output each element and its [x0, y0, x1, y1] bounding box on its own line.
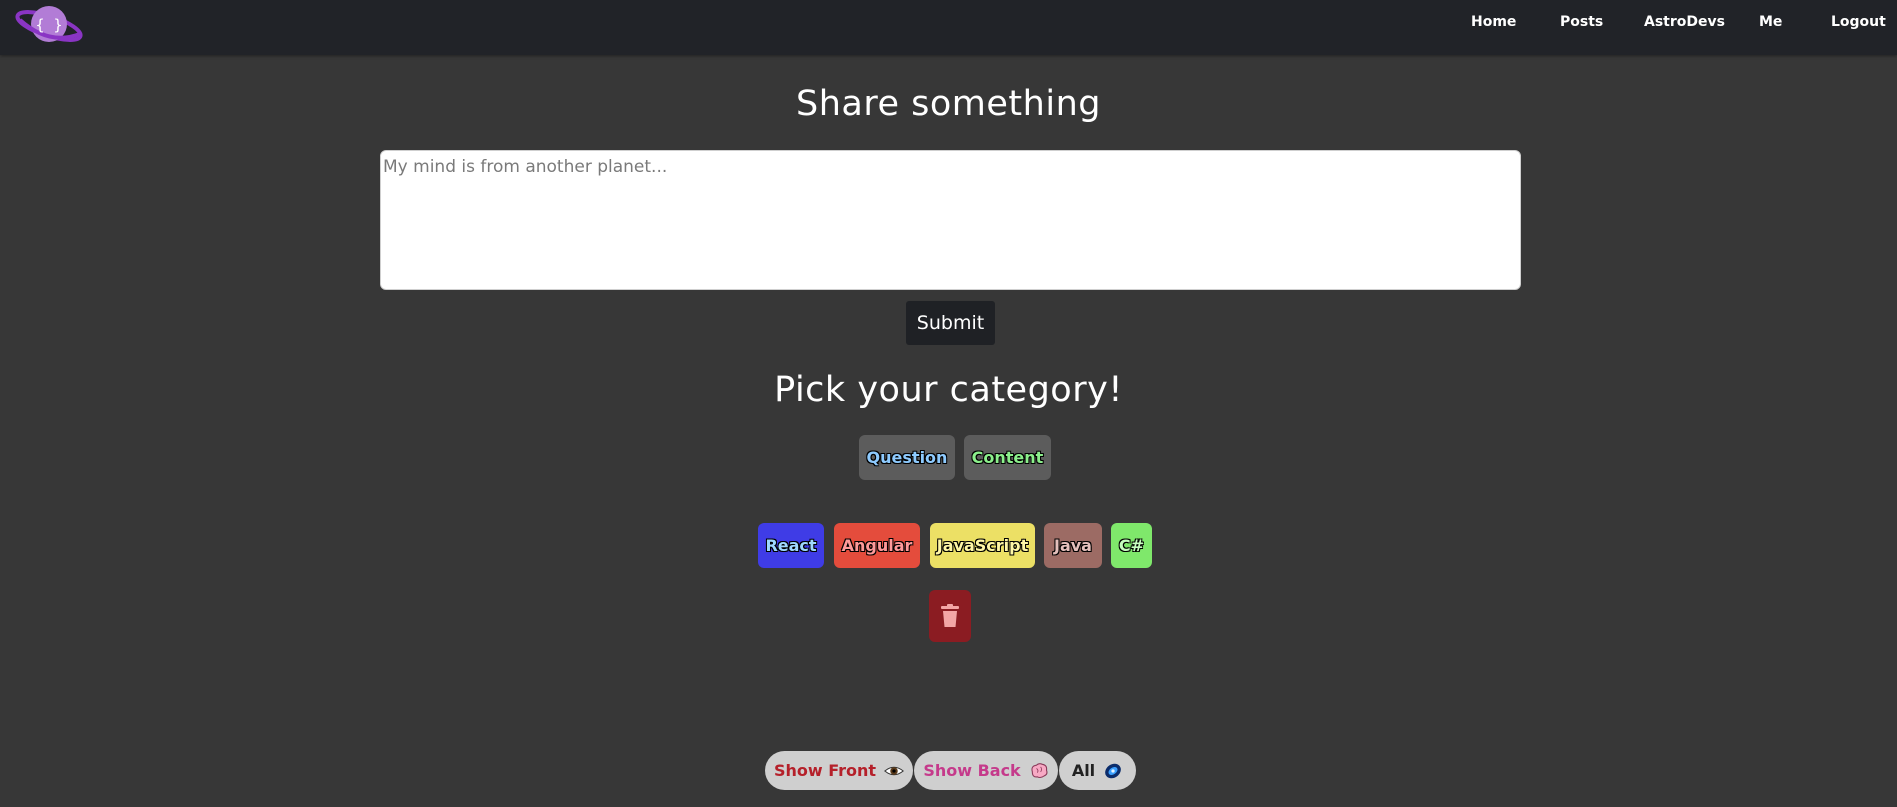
tag-csharp-button[interactable]: C#: [1111, 523, 1152, 568]
delete-button[interactable]: [929, 590, 971, 642]
submit-button[interactable]: Submit: [906, 301, 995, 345]
nav-astrodevs[interactable]: AstroDevs: [1644, 14, 1725, 30]
show-front-label: Show Front: [773, 761, 877, 780]
tag-react-button[interactable]: React: [758, 523, 824, 568]
galaxy-icon: [1105, 763, 1121, 778]
show-front-button[interactable]: Show Front: [765, 751, 913, 790]
category-question-button[interactable]: Question: [859, 435, 955, 480]
nav-logout[interactable]: Logout: [1831, 14, 1886, 30]
navbar: { } Home Posts AstroDevs Me Logout: [0, 0, 1897, 55]
nav-posts[interactable]: Posts: [1560, 14, 1603, 30]
tag-angular-button[interactable]: Angular: [834, 523, 920, 568]
brain-icon: [1031, 762, 1048, 778]
category-title: Pick your category!: [774, 370, 1123, 410]
show-all-label: All: [1071, 761, 1096, 780]
logo-text: { }: [35, 16, 62, 34]
share-title: Share something: [796, 84, 1101, 124]
tag-java-button[interactable]: Java: [1044, 523, 1102, 568]
trash-icon: [941, 604, 959, 627]
eye-icon: [884, 766, 905, 775]
nav-me[interactable]: Me: [1759, 14, 1782, 30]
show-back-label: Show Back: [923, 761, 1021, 780]
category-content-button[interactable]: Content: [964, 435, 1051, 480]
nav-home[interactable]: Home: [1471, 14, 1516, 30]
show-back-button[interactable]: Show Back: [914, 751, 1058, 790]
logo-planet-icon[interactable]: { }: [14, 2, 84, 48]
post-textarea[interactable]: [380, 150, 1521, 290]
tag-javascript-button[interactable]: JavaScript: [930, 523, 1035, 568]
show-all-button[interactable]: All: [1059, 751, 1136, 790]
